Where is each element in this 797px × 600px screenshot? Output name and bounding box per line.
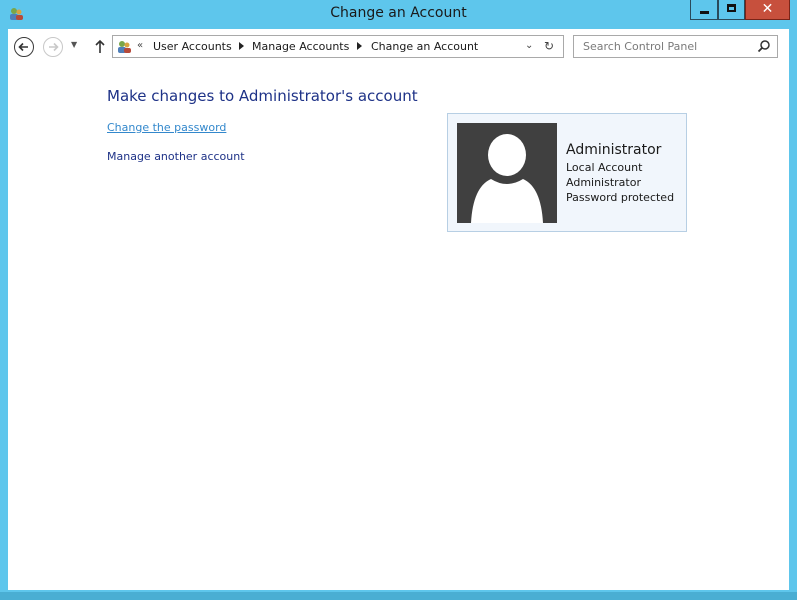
- title-bar: Change an Account ✕: [0, 0, 797, 29]
- breadcrumb-manage-accounts[interactable]: Manage Accounts: [252, 40, 349, 53]
- user-silhouette-icon: [471, 134, 543, 223]
- avatar: [457, 123, 557, 223]
- breadcrumb-user-accounts[interactable]: User Accounts: [153, 40, 232, 53]
- up-arrow-icon: [95, 39, 105, 53]
- change-password-link[interactable]: Change the password: [107, 121, 226, 134]
- search-input[interactable]: [573, 35, 778, 58]
- user-accounts-icon: [118, 41, 131, 53]
- breadcrumb-chevron-icon[interactable]: [357, 42, 362, 50]
- breadcrumb-chevron-icon[interactable]: [239, 42, 244, 50]
- close-button[interactable]: ✕: [745, 0, 790, 20]
- close-icon: ✕: [761, 1, 774, 17]
- recent-locations-button[interactable]: ▼: [71, 40, 77, 49]
- search-icon[interactable]: [757, 39, 771, 53]
- up-button[interactable]: [94, 38, 106, 58]
- window-title: Change an Account: [330, 5, 467, 21]
- window-bottom-edge: [0, 592, 797, 600]
- back-arrow-icon: [18, 42, 28, 52]
- navigation-bar: ▼ « User Accounts Manage Accounts Change…: [8, 29, 789, 67]
- back-button[interactable]: [14, 37, 34, 57]
- forward-arrow-icon: [49, 42, 59, 52]
- breadcrumb-overflow-button[interactable]: «: [137, 40, 143, 51]
- account-card: Administrator Local Account Administrato…: [447, 113, 687, 232]
- refresh-icon[interactable]: ↻: [544, 39, 554, 53]
- breadcrumb-change-account[interactable]: Change an Account: [371, 40, 478, 53]
- minimize-button[interactable]: [690, 0, 718, 20]
- window-client-area: ▼ « User Accounts Manage Accounts Change…: [8, 29, 789, 590]
- forward-button[interactable]: [43, 37, 63, 57]
- address-bar[interactable]: « User Accounts Manage Accounts Change a…: [112, 35, 564, 58]
- maximize-button[interactable]: [718, 0, 745, 20]
- account-name: Administrator: [566, 142, 662, 158]
- account-role: Administrator: [566, 176, 641, 189]
- manage-another-account-link[interactable]: Manage another account: [107, 150, 245, 163]
- minimize-icon: [700, 11, 709, 14]
- account-type: Local Account: [566, 161, 643, 174]
- password-status: Password protected: [566, 191, 675, 204]
- maximize-icon: [727, 4, 736, 12]
- page-title: Make changes to Administrator's account: [107, 87, 418, 105]
- address-dropdown-icon[interactable]: ⌄: [525, 40, 533, 51]
